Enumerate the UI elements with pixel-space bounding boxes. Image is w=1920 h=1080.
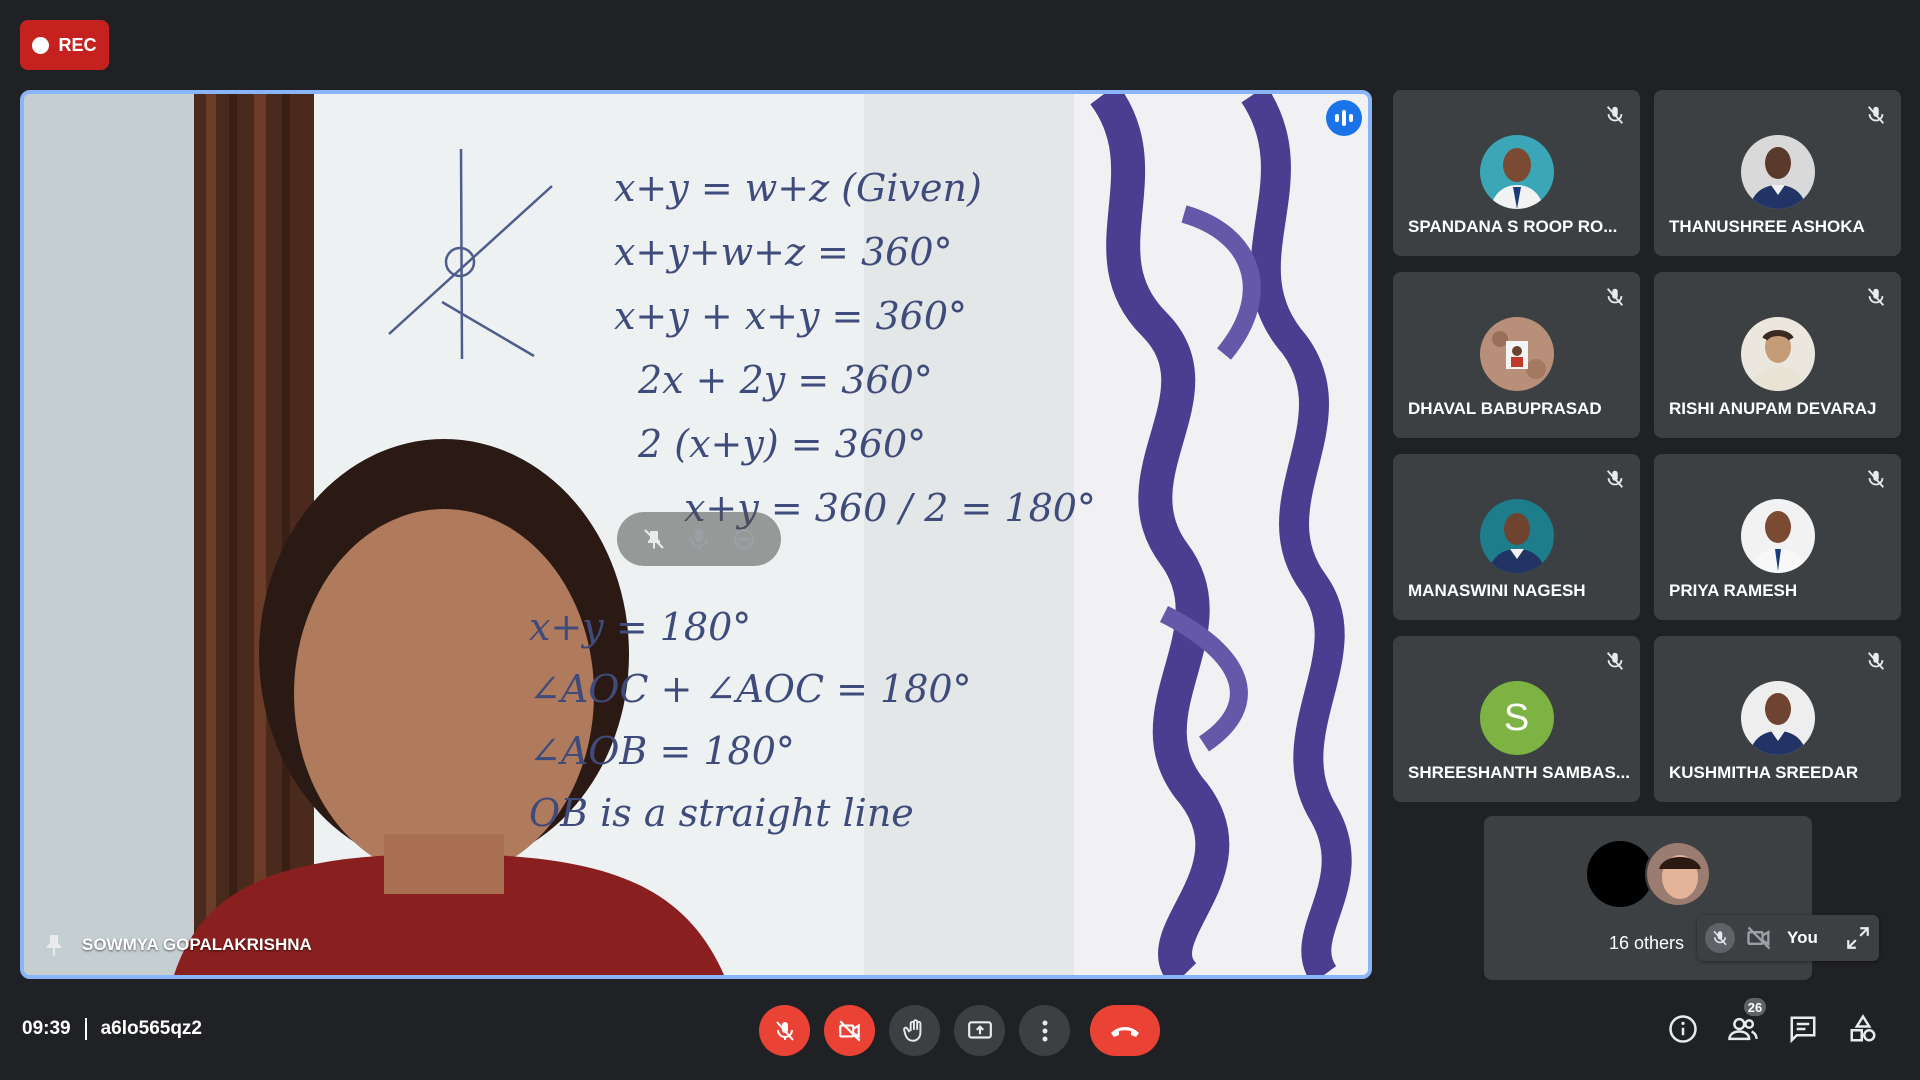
whiteboard-line: 2x + 2y = 360° bbox=[638, 358, 933, 402]
remove-icon[interactable] bbox=[729, 524, 759, 554]
mic-off-icon bbox=[775, 1020, 794, 1041]
present-button[interactable] bbox=[954, 1005, 1005, 1056]
participant-tile[interactable]: RISHI ANUPAM DEVARAJ bbox=[1654, 272, 1901, 438]
more-options-button[interactable] bbox=[1019, 1005, 1070, 1056]
speaker-name-label: SOWMYA GOPALAKRISHNA bbox=[44, 933, 312, 957]
expand-icon[interactable] bbox=[1845, 925, 1871, 951]
more-options-icon bbox=[1042, 1020, 1047, 1041]
leave-call-button[interactable] bbox=[1090, 1005, 1160, 1056]
meeting-code: a6lo565qz2 bbox=[100, 1018, 203, 1039]
meeting-details-button[interactable] bbox=[1666, 1012, 1700, 1046]
camera-off-icon[interactable] bbox=[1745, 924, 1773, 952]
divider bbox=[84, 1018, 87, 1040]
participant-tile[interactable]: MANASWINI NAGESH bbox=[1393, 454, 1640, 620]
participant-name: DHAVAL BABUPRASAD bbox=[1408, 399, 1602, 418]
participant-tile[interactable]: PRIYA RAMESH bbox=[1654, 454, 1901, 620]
people-count-badge: 26 bbox=[1742, 996, 1768, 1018]
whiteboard-line: x+y+w+z = 360° bbox=[614, 230, 953, 274]
avatar bbox=[1740, 499, 1815, 573]
participant-name: KUSHMITHA SREEDAR bbox=[1669, 763, 1859, 782]
mic-off-icon bbox=[1606, 652, 1624, 670]
avatar bbox=[1479, 135, 1554, 209]
whiteboard-line: x+y = 180° bbox=[529, 605, 752, 649]
pin-icon bbox=[47, 935, 61, 956]
mic-off-icon bbox=[1606, 288, 1624, 306]
whiteboard-line: OB is a straight line bbox=[529, 791, 914, 835]
meeting-time: 09:39 bbox=[22, 1018, 71, 1039]
avatar bbox=[1740, 681, 1815, 755]
call-controls bbox=[759, 1005, 1160, 1056]
others-count: 16 others bbox=[1609, 933, 1685, 953]
avatar: S bbox=[1479, 681, 1554, 755]
mic-off-icon bbox=[1867, 106, 1885, 124]
participant-tile[interactable]: S SHREESHANTH SAMBAS... bbox=[1393, 636, 1640, 802]
participant-name: SHREESHANTH SAMBAS... bbox=[1408, 763, 1630, 782]
hang-up-icon bbox=[1111, 1026, 1139, 1037]
mic-off-icon[interactable] bbox=[1705, 923, 1735, 953]
self-view-bar[interactable]: You bbox=[1697, 915, 1879, 961]
participant-name: THANUSHREE ASHOKA bbox=[1669, 217, 1865, 236]
meeting-details: 09:39 a6lo565qz2 bbox=[22, 1018, 202, 1040]
side-panel-toggles: 26 bbox=[1666, 996, 1880, 1046]
mic-icon[interactable] bbox=[684, 524, 714, 554]
avatar bbox=[1740, 135, 1815, 209]
info-icon bbox=[1669, 1015, 1697, 1043]
raise-hand-button[interactable] bbox=[889, 1005, 940, 1056]
camera-off-icon bbox=[838, 1019, 861, 1042]
speaking-indicator-icon bbox=[1326, 100, 1362, 136]
mic-off-icon bbox=[1606, 470, 1624, 488]
participant-name: SPANDANA S ROOP RO... bbox=[1408, 217, 1618, 236]
activities-icon bbox=[1850, 1014, 1876, 1042]
participant-tile[interactable]: DHAVAL BABUPRASAD bbox=[1393, 272, 1640, 438]
chat-button[interactable] bbox=[1786, 1012, 1820, 1046]
whiteboard-line: x+y + x+y = 360° bbox=[614, 294, 968, 338]
camera-toggle-button[interactable] bbox=[824, 1005, 875, 1056]
main-speaker-tile[interactable]: x+y = w+z (Given) x+y+w+z = 360° x+y + x… bbox=[20, 90, 1372, 979]
mic-toggle-button[interactable] bbox=[759, 1005, 810, 1056]
people-button[interactable]: 26 bbox=[1726, 996, 1768, 1046]
speaker-name: SOWMYA GOPALAKRISHNA bbox=[82, 935, 312, 954]
whiteboard-text-lower: x+y = 180° ∠AOC + ∠AOC = 180° ∠AOB = 180… bbox=[529, 596, 972, 844]
participant-tile[interactable]: THANUSHREE ASHOKA bbox=[1654, 90, 1901, 256]
whiteboard-line: x+y = w+z (Given) bbox=[614, 166, 982, 210]
participant-name: RISHI ANUPAM DEVARAJ bbox=[1669, 399, 1877, 418]
people-icon bbox=[1728, 1017, 1758, 1041]
avatar bbox=[1587, 841, 1653, 907]
present-screen-icon bbox=[967, 1020, 992, 1039]
participant-name: PRIYA RAMESH bbox=[1669, 581, 1798, 600]
raise-hand-icon bbox=[902, 1018, 921, 1042]
participant-name: MANASWINI NAGESH bbox=[1408, 581, 1586, 600]
avatar bbox=[1479, 317, 1554, 391]
whiteboard-text: x+y = w+z (Given) x+y+w+z = 360° x+y + x… bbox=[614, 156, 1096, 540]
avatar bbox=[1740, 317, 1815, 391]
mic-off-icon bbox=[1867, 652, 1885, 670]
pin-off-icon[interactable] bbox=[639, 524, 669, 554]
whiteboard-line: 2 (x+y) = 360° bbox=[638, 422, 927, 466]
recording-label: REC bbox=[58, 34, 97, 55]
participant-tile[interactable]: KUSHMITHA SREEDAR bbox=[1654, 636, 1901, 802]
record-dot-icon bbox=[32, 36, 50, 54]
mic-off-icon bbox=[1867, 470, 1885, 488]
tile-hover-controls bbox=[617, 512, 781, 566]
avatar bbox=[1645, 841, 1711, 907]
whiteboard-line: ∠AOC + ∠AOC = 180° bbox=[529, 667, 972, 711]
whiteboard-line: ∠AOB = 180° bbox=[529, 729, 795, 773]
self-label: You bbox=[1787, 928, 1818, 947]
chat-icon bbox=[1790, 1016, 1816, 1044]
avatar bbox=[1479, 499, 1554, 573]
mic-off-icon bbox=[1606, 106, 1624, 124]
mic-off-icon bbox=[1867, 288, 1885, 306]
recording-badge: REC bbox=[20, 20, 109, 70]
activities-button[interactable] bbox=[1846, 1012, 1880, 1046]
participant-tile[interactable]: SPANDANA S ROOP RO... bbox=[1393, 90, 1640, 256]
